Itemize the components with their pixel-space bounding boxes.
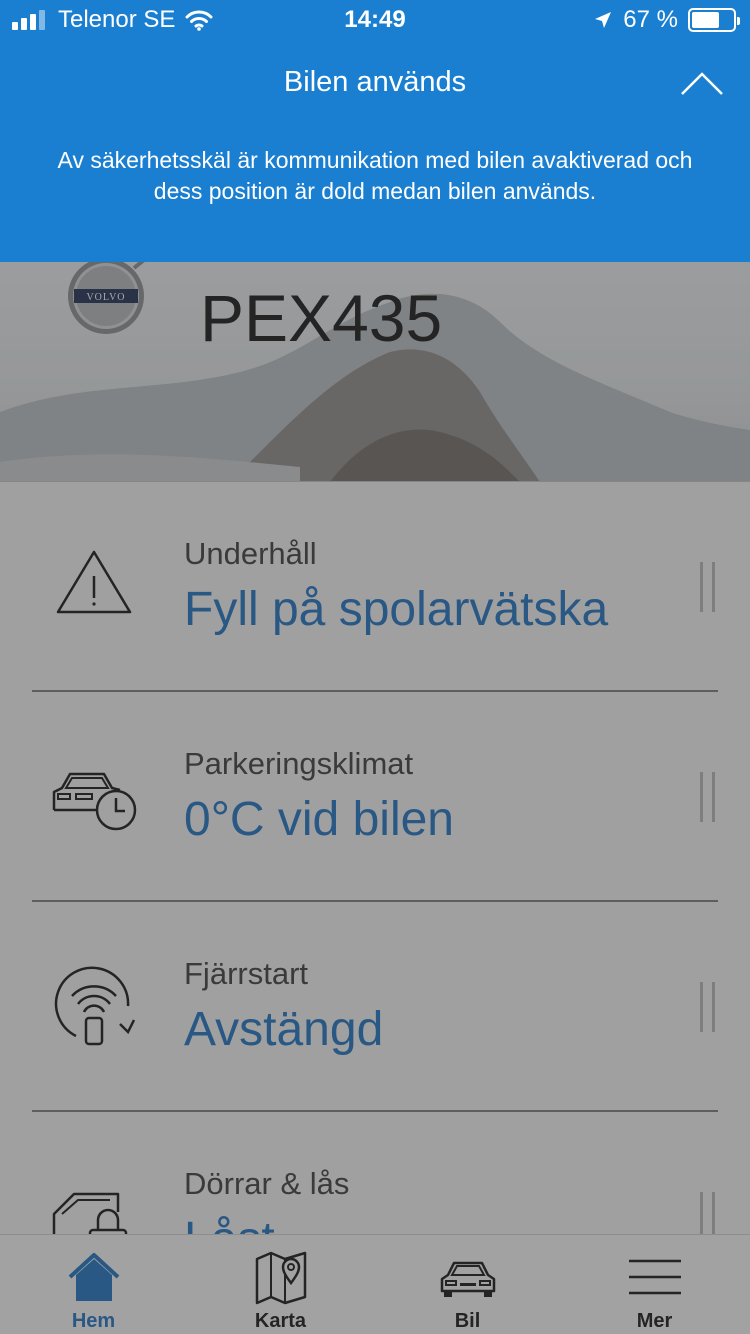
list-item-parking-climate[interactable]: Parkeringsklimat 0°C vid bilen (0, 692, 750, 902)
svg-text:VOLVO: VOLVO (86, 292, 125, 303)
tab-label: Mer (636, 1310, 673, 1332)
list-item-label: Parkeringsklimat (184, 746, 414, 781)
tab-bar: Hem Karta Bil Mer (0, 1234, 750, 1334)
drag-handle-icon[interactable] (700, 562, 718, 612)
drag-handle-icon[interactable] (700, 1192, 718, 1234)
banner-message: Av säkerhetsskäl är kommunikation med bi… (57, 147, 693, 204)
car-lock-icon (52, 1192, 128, 1234)
list-item-label: Fjärrstart (184, 956, 308, 991)
tab-more[interactable]: Mer (561, 1235, 748, 1334)
car-icon (440, 1261, 495, 1297)
registration-number: PEX435 (200, 281, 443, 355)
list-item-label: Dörrar & lås (184, 1166, 350, 1201)
list-item-value: Låst (184, 1212, 275, 1234)
home-icon (68, 1253, 119, 1301)
tab-label: Hem (71, 1310, 116, 1332)
status-bar: Telenor SE 14:49 67 % (0, 0, 750, 40)
banner-title: Bilen används (283, 66, 467, 98)
list-item-value: Avstängd (184, 1003, 384, 1056)
list-item-label: Underhåll (184, 536, 317, 571)
tab-label: Karta (254, 1310, 307, 1332)
list-item-maintenance[interactable]: Underhåll Fyll på spolarvätska (0, 482, 750, 692)
drag-handle-icon[interactable] (700, 982, 718, 1032)
battery-percent: 67 % (623, 6, 678, 33)
usage-banner: Telenor SE 14:49 67 % Bilen används Av s… (0, 0, 750, 262)
volvo-logo: VOLVO (68, 262, 145, 334)
list-item-doors-locks[interactable]: Dörrar & lås Låst (0, 1112, 750, 1234)
menu-icon (628, 1259, 681, 1295)
list-item-remote-start[interactable]: Fjärrstart Avstängd (0, 902, 750, 1112)
tab-map[interactable]: Karta (187, 1235, 374, 1334)
battery-icon (688, 8, 740, 32)
drag-handle-icon[interactable] (700, 772, 718, 822)
map-icon (255, 1251, 306, 1305)
tab-car[interactable]: Bil (374, 1235, 561, 1334)
warning-icon (56, 550, 132, 614)
list-item-value: Fyll på spolarvätska (184, 583, 609, 636)
collapse-chevron-up-icon[interactable] (680, 70, 724, 96)
status-list: Underhåll Fyll på spolarvätska Parkering… (0, 482, 750, 1234)
car-hero-image: VOLVO PEX435 (0, 262, 750, 482)
tab-home[interactable]: Hem (0, 1235, 187, 1334)
remote-start-icon (54, 966, 136, 1046)
tab-label: Bil (454, 1310, 481, 1332)
car-clock-icon (52, 772, 137, 831)
list-item-value: 0°C vid bilen (184, 793, 454, 846)
location-arrow-icon (595, 12, 612, 28)
